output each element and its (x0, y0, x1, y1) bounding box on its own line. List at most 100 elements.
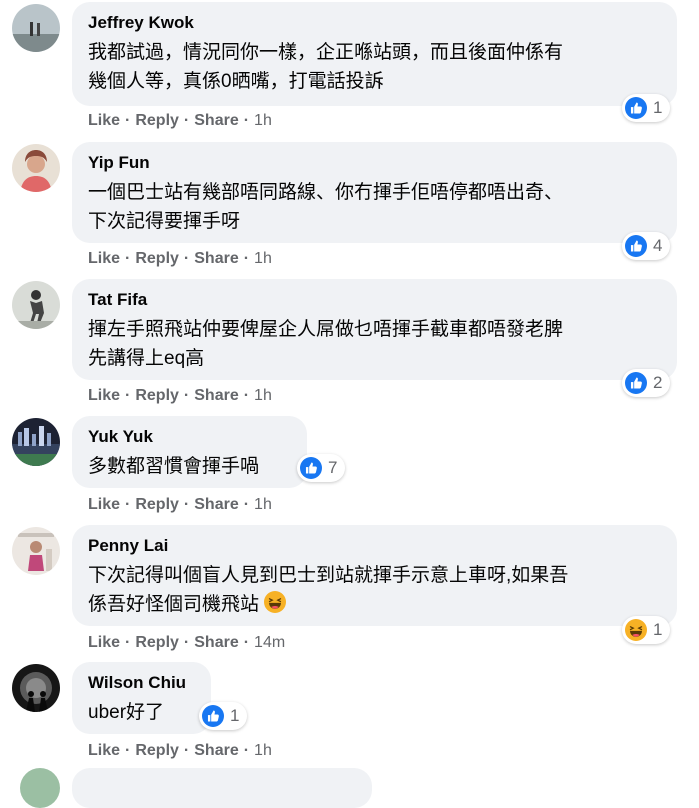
separator: · (125, 112, 131, 129)
reaction-summary[interactable]: 2 (622, 369, 671, 397)
comment-author[interactable]: Yuk Yuk (88, 426, 291, 448)
avatar[interactable] (12, 664, 60, 712)
reply-button[interactable]: Reply (135, 249, 179, 269)
like-button[interactable]: Like (88, 111, 120, 131)
comment-author[interactable]: Yip Fun (88, 152, 661, 174)
share-button[interactable]: Share (194, 633, 238, 653)
separator: · (125, 634, 131, 651)
separator: · (243, 250, 250, 267)
avatar[interactable] (12, 281, 60, 329)
separator: · (183, 112, 190, 129)
like-button[interactable]: Like (88, 741, 120, 761)
timestamp[interactable]: 1h (254, 741, 272, 761)
comment-text: 揮左手照飛站仲要俾屋企人屌做乜唔揮手截車都唔發老脾 先講得上eq高 (88, 315, 661, 373)
comment-author[interactable]: Penny Lai (88, 535, 661, 557)
comment-line: 下次記得要揮手呀 (88, 211, 241, 232)
avatar[interactable] (12, 144, 60, 192)
share-button[interactable]: Share (194, 741, 238, 761)
reaction-count: 1 (230, 706, 240, 725)
reaction-count: 2 (653, 373, 663, 392)
like-button[interactable]: Like (88, 495, 120, 515)
comment-line: uber好了 (88, 702, 165, 723)
comment-text: 下次記得叫個盲人見到巴士到站就揮手示意上車呀,如果吾 係吾好怪個司機飛站 (88, 561, 661, 619)
reply-button[interactable]: Reply (135, 633, 179, 653)
avatar[interactable] (12, 527, 60, 575)
comment-actions: Like · Reply · Share · 14m (88, 633, 285, 653)
comment-actions: Like · Reply · Share · 1h (88, 495, 272, 515)
comment-line: 我都試過，情況同你一樣，企正喺站頭，而且後面仲係有 (88, 42, 564, 63)
like-button[interactable]: Like (88, 386, 120, 406)
reaction-summary[interactable]: 1 (199, 702, 248, 730)
comment-text: 多數都習慣會揮手喎 (88, 452, 291, 481)
avatar[interactable] (12, 418, 60, 466)
comment-line: 幾個人等，真係0晒嘴，打電話投訴 (88, 71, 384, 92)
separator: · (243, 742, 250, 759)
reply-button[interactable]: Reply (135, 386, 179, 406)
comment-actions: Like · Reply · Share · 1h (88, 741, 272, 761)
timestamp[interactable]: 1h (254, 495, 272, 515)
comment-line: 下次記得叫個盲人見到巴士到站就揮手示意上車呀,如果吾 (88, 565, 569, 586)
comment-line: 揮左手照飛站仲要俾屋企人屌做乜唔揮手截車都唔發老脾 (88, 319, 564, 340)
separator: · (183, 496, 190, 513)
comment-author[interactable]: Tat Fifa (88, 289, 661, 311)
comment-text: 一個巴士站有幾部唔同路線、你冇揮手佢唔停都唔出奇、 下次記得要揮手呀 (88, 178, 661, 236)
comment-bubble: Yuk Yuk 多數都習慣會揮手喎 (72, 416, 307, 488)
reply-button[interactable]: Reply (135, 495, 179, 515)
reaction-summary[interactable]: 1 (622, 94, 671, 122)
separator: · (183, 250, 190, 267)
reaction-count: 1 (653, 98, 663, 117)
comment-bubble: Wilson Chiu uber好了 (72, 662, 211, 734)
separator: · (125, 387, 131, 404)
like-icon (625, 372, 647, 394)
comment-author[interactable]: Wilson Chiu (88, 672, 195, 694)
like-icon (202, 705, 224, 727)
reaction-summary[interactable]: 4 (622, 232, 671, 260)
separator: · (183, 387, 190, 404)
reaction-count: 1 (653, 620, 663, 639)
like-button[interactable]: Like (88, 633, 120, 653)
reaction-count: 4 (653, 236, 663, 255)
like-icon (625, 97, 647, 119)
like-button[interactable]: Like (88, 249, 120, 269)
reaction-summary[interactable]: 7 (297, 454, 346, 482)
comment-actions: Like · Reply · Share · 1h (88, 111, 272, 131)
comment-bubble: Tat Fifa 揮左手照飛站仲要俾屋企人屌做乜唔揮手截車都唔發老脾 先講得上e… (72, 279, 677, 380)
comment-bubble: Jeffrey Kwok 我都試過，情況同你一樣，企正喺站頭，而且後面仲係有 幾… (72, 2, 677, 106)
reply-button[interactable]: Reply (135, 741, 179, 761)
separator: · (243, 387, 250, 404)
timestamp[interactable]: 1h (254, 386, 272, 406)
separator: · (183, 634, 190, 651)
haha-icon (625, 619, 647, 641)
avatar[interactable] (20, 768, 60, 808)
comment-actions: Like · Reply · Share · 1h (88, 249, 272, 269)
comment-text: 我都試過，情況同你一樣，企正喺站頭，而且後面仲係有 幾個人等，真係0晒嘴，打電話… (88, 38, 661, 96)
comment-actions: Like · Reply · Share · 1h (88, 386, 272, 406)
share-button[interactable]: Share (194, 249, 238, 269)
separator: · (125, 742, 131, 759)
like-icon (625, 235, 647, 257)
comment-bubble (72, 768, 372, 808)
separator: · (243, 112, 250, 129)
share-button[interactable]: Share (194, 495, 238, 515)
comment-bubble: Penny Lai 下次記得叫個盲人見到巴士到站就揮手示意上車呀,如果吾 係吾好… (72, 525, 677, 626)
like-icon (300, 457, 322, 479)
timestamp[interactable]: 14m (254, 633, 285, 653)
separator: · (243, 634, 250, 651)
timestamp[interactable]: 1h (254, 111, 272, 131)
reaction-count: 7 (328, 458, 338, 477)
comment-bubble: Yip Fun 一個巴士站有幾部唔同路線、你冇揮手佢唔停都唔出奇、 下次記得要揮… (72, 142, 677, 243)
comment-line: 一個巴士站有幾部唔同路線、你冇揮手佢唔停都唔出奇、 (88, 182, 564, 203)
avatar[interactable] (12, 4, 60, 52)
reaction-summary[interactable]: 1 (622, 616, 671, 644)
comment-line: 係吾好怪個司機飛站 (88, 590, 661, 619)
separator: · (243, 496, 250, 513)
timestamp[interactable]: 1h (254, 249, 272, 269)
separator: · (125, 496, 131, 513)
share-button[interactable]: Share (194, 386, 238, 406)
comment-text: uber好了 (88, 698, 195, 727)
comment-author[interactable]: Jeffrey Kwok (88, 12, 661, 34)
share-button[interactable]: Share (194, 111, 238, 131)
comment-line-text: 係吾好怪個司機飛站 (88, 594, 260, 615)
reply-button[interactable]: Reply (135, 111, 179, 131)
comment-line: 先講得上eq高 (88, 348, 205, 369)
